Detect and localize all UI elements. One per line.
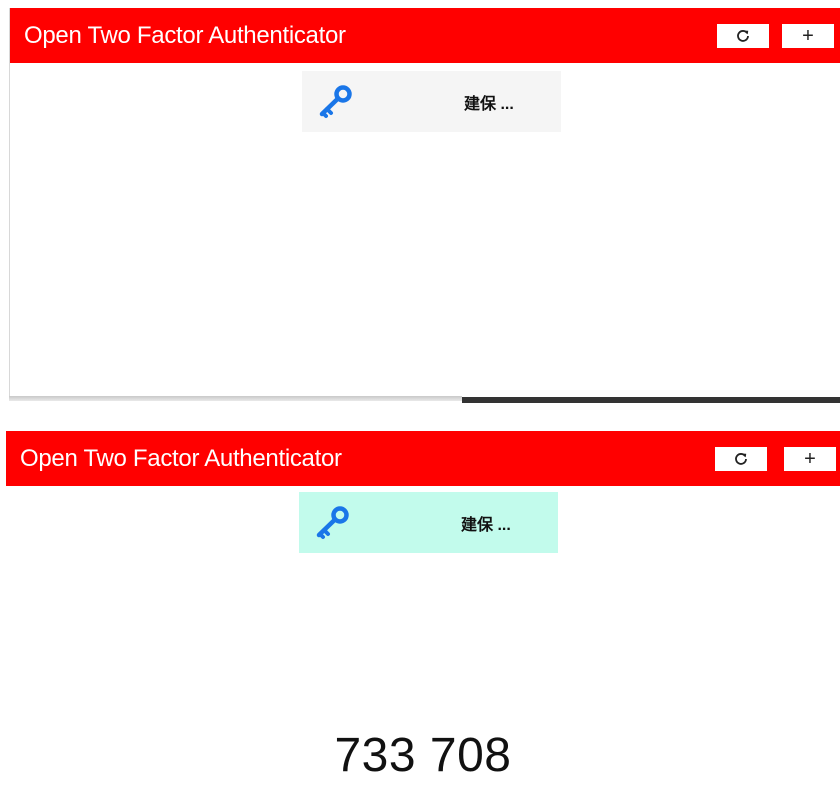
app-header: Open Two Factor Authenticator + xyxy=(6,431,840,486)
window-edge xyxy=(462,397,840,403)
plus-icon: + xyxy=(804,448,816,470)
account-label: 建保 ... xyxy=(464,96,514,113)
account-entry[interactable]: 建保 ... xyxy=(302,71,561,132)
account-label: 建保 ... xyxy=(461,517,511,534)
window-shadow xyxy=(9,396,462,401)
screenshot-canvas: Open Two Factor Authenticator + 建保 ... O… xyxy=(0,0,840,810)
account-entry-selected[interactable]: 建保 ... xyxy=(299,492,558,553)
popup-window-after: Open Two Factor Authenticator + 建保 ... 7… xyxy=(6,431,840,810)
app-header: Open Two Factor Authenticator + xyxy=(10,8,840,63)
add-account-button[interactable]: + xyxy=(782,24,834,48)
refresh-button[interactable] xyxy=(717,24,769,48)
key-icon xyxy=(316,506,349,539)
key-icon xyxy=(319,85,352,118)
app-title: Open Two Factor Authenticator xyxy=(24,22,346,49)
app-title: Open Two Factor Authenticator xyxy=(20,445,342,472)
add-account-button[interactable]: + xyxy=(784,447,836,471)
popup-window-before: Open Two Factor Authenticator + 建保 ... xyxy=(9,8,840,397)
plus-icon: + xyxy=(802,25,814,47)
refresh-icon xyxy=(735,453,747,465)
otp-code[interactable]: 733 708 xyxy=(6,728,840,783)
refresh-icon xyxy=(737,30,749,42)
refresh-button[interactable] xyxy=(715,447,767,471)
